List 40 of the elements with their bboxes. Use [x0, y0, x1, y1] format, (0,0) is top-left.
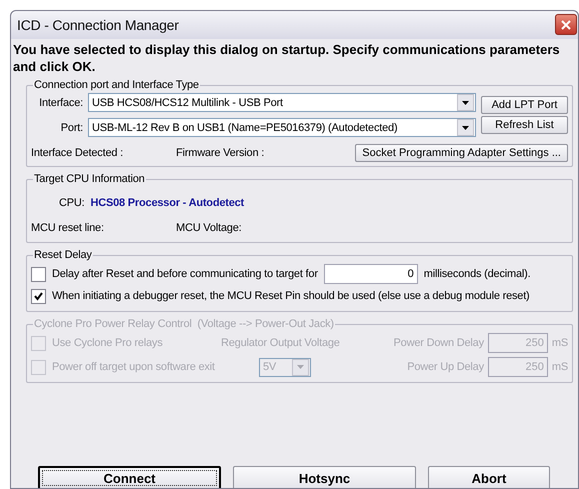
delay-label: Power Up Delay [407, 361, 484, 373]
checkbox[interactable] [31, 288, 46, 304]
window-title: ICD - Connection Manager [17, 17, 179, 33]
side-button[interactable]: Refresh List [481, 116, 568, 134]
reset-line-label: MCU reset line: [31, 222, 105, 234]
unit-label: mS [552, 337, 568, 349]
interface-dropdown[interactable]: USB HCS08/HCS12 Multilink - USB Port [88, 93, 476, 112]
checkbox[interactable] [31, 266, 46, 282]
port-dropdown[interactable]: USB-ML-12 Rev B on USB1 (Name=PE5016379) (Autodetected) [88, 118, 476, 137]
cpu-label: CPU: [59, 197, 84, 209]
port-label: Port: [60, 122, 83, 134]
checkbox-label: Power off target upon software exit [52, 361, 215, 373]
cpu-value: HCS08 Processor - Autodetect [90, 197, 244, 209]
intro-text: You have selected to display this dialog on startup. Specify communications parameters and click OK. [12, 41, 561, 75]
group-legend: Reset Delay [33, 249, 93, 261]
dialog-button[interactable]: Connect [38, 466, 221, 488]
side-button[interactable]: Add LPT Port [481, 96, 568, 114]
close-icon [561, 20, 571, 30]
group-legend: Cyclone Pro Power Relay Control (Voltage --> Power-Out Jack) [33, 318, 335, 330]
group-legend: Target CPU Information [33, 173, 146, 185]
adapter-settings-button[interactable]: Socket Programming Adapter Settings ... [355, 144, 568, 162]
voltage-label: MCU Voltage: [176, 222, 242, 234]
checkbox-label: Delay after Reset and before communicating to target for [52, 268, 318, 280]
checkbox-label: Use Cyclone Pro relays [52, 337, 163, 349]
checkbox-label: When initiating a debugger reset, the MCU Reset Pin should be used (else use a debug module reset) [52, 290, 530, 302]
delay-field[interactable]: 0 [324, 264, 418, 284]
interface-detected-label: Interface Detected : [31, 147, 124, 159]
dropdown-arrow-icon [462, 126, 469, 130]
dialog-button[interactable]: Hotsync [233, 466, 416, 488]
dialog-button[interactable]: Abort [428, 466, 550, 488]
interface-label: Interface: [38, 96, 83, 108]
voltage-label: Regulator Output Voltage [221, 337, 341, 349]
unit-label: mS [552, 361, 568, 373]
unit-label: milliseconds (decimal). [424, 268, 530, 280]
delay-label: Power Down Delay [394, 337, 484, 349]
dropdown-arrow-icon [297, 365, 304, 369]
firmware-version-label: Firmware Version : [176, 147, 266, 159]
dropdown-arrow-icon [462, 100, 469, 104]
group-legend: Connection port and Interface Type [33, 79, 200, 91]
close-button[interactable] [555, 14, 577, 35]
